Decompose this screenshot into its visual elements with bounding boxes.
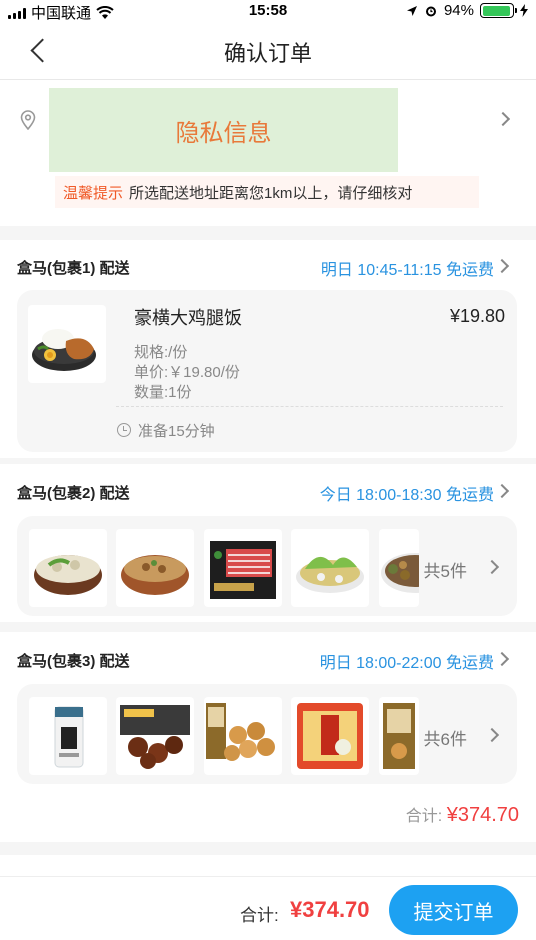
- chevron-right-icon[interactable]: [494, 651, 510, 667]
- bottom-bar: 合计: ¥374.70 提交订单: [0, 876, 536, 940]
- product-strip[interactable]: 共5件: [17, 516, 517, 616]
- product-card[interactable]: 豪横大鸡腿饭 ¥19.80 规格:/份 单价:￥19.80/份 数量:1份 准备…: [17, 290, 517, 452]
- delivery-time[interactable]: 今日 18:00-18:30 免运费: [320, 481, 494, 505]
- chevron-right-icon[interactable]: [494, 483, 510, 499]
- package-section: 盒马(包裹1) 配送 明日 10:45-11:15 免运费 豪横大鸡腿饭 ¥19…: [0, 240, 536, 458]
- alarm-icon: [425, 6, 436, 16]
- location-arrow-icon: [406, 5, 417, 16]
- product-unit-price: 单价:￥19.80/份: [134, 364, 240, 381]
- product-thumb: [291, 529, 369, 607]
- chevron-right-icon: [495, 111, 511, 127]
- package-title: 盒马(包裹1) 配送: [17, 260, 130, 277]
- product-thumb: [116, 697, 194, 775]
- product-quantity: 数量:1份: [134, 384, 192, 401]
- divider: [116, 406, 503, 407]
- product-name: 豪横大鸡腿饭: [134, 308, 242, 328]
- total-amount: ¥374.70: [290, 897, 370, 922]
- package-title: 盒马(包裹3) 配送: [17, 653, 130, 670]
- address-tip: 温馨提示 所选配送地址距离您1km以上，请仔细核对: [55, 176, 479, 208]
- package-section: 盒马(包裹2) 配送 今日 18:00-18:30 免运费 共5件: [0, 464, 536, 622]
- product-thumb: [29, 697, 107, 775]
- product-thumb: [291, 697, 369, 775]
- delivery-time[interactable]: 明日 18:00-22:00 免运费: [320, 649, 494, 673]
- chevron-right-icon[interactable]: [484, 727, 500, 743]
- status-right: 94%: [406, 2, 528, 19]
- clock-icon: [117, 423, 131, 437]
- address-card[interactable]: 隐私信息 温馨提示 所选配送地址距离您1km以上，请仔细核对: [0, 80, 536, 226]
- package-section: 盒马(包裹3) 配送 明日 18:00-22:00 免运费 共6件 合计: ¥3…: [0, 632, 536, 842]
- product-spec: 规格:/份: [134, 344, 188, 361]
- item-count: 共5件: [423, 562, 467, 581]
- product-strip[interactable]: 共6件: [17, 684, 517, 784]
- prep-time: 准备15分钟: [138, 423, 215, 440]
- tip-label: 温馨提示: [63, 184, 124, 202]
- submit-order-button[interactable]: 提交订单: [389, 885, 518, 935]
- page-title: 确认订单: [223, 41, 312, 66]
- item-count: 共6件: [423, 730, 467, 749]
- subtotal-amount: ¥374.70: [446, 804, 519, 826]
- chevron-right-icon[interactable]: [494, 258, 510, 274]
- product-thumb: [379, 529, 419, 607]
- address-privacy-block: 隐私信息: [49, 88, 398, 172]
- product-thumb: [116, 529, 194, 607]
- product-price: ¥19.80: [449, 306, 505, 326]
- product-thumb: [379, 697, 419, 775]
- status-bar: 中国联通 15:58 94%: [0, 0, 536, 22]
- delivery-time[interactable]: 明日 10:45-11:15 免运费: [321, 256, 494, 280]
- product-thumb: [204, 697, 282, 775]
- nav-bar: 确认订单: [0, 22, 536, 80]
- tip-text: 所选配送地址距离您1km以上，请仔细核对: [129, 184, 413, 202]
- chevron-right-icon[interactable]: [484, 559, 500, 575]
- product-thumb: [29, 529, 107, 607]
- section-subtotal: 合计: ¥374.70: [406, 802, 519, 827]
- total-label: 合计:: [240, 906, 279, 925]
- subtotal-label: 合计:: [405, 808, 443, 825]
- product-thumb: [204, 529, 282, 607]
- location-pin-icon: [20, 110, 36, 130]
- battery-icon: [480, 3, 517, 18]
- battery-percent: 94%: [443, 2, 474, 19]
- product-image: [28, 305, 106, 383]
- charging-icon: [520, 4, 528, 17]
- package-title: 盒马(包裹2) 配送: [17, 485, 130, 502]
